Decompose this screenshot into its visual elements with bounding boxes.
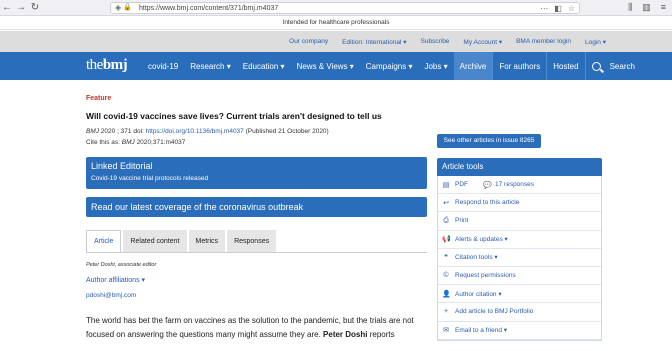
request-permissions-link[interactable]: Request permissions — [455, 272, 516, 279]
pdf-link[interactable]: PDF — [455, 181, 468, 188]
bma-login-link[interactable]: BMA member login — [516, 38, 571, 45]
sidebar-icon[interactable]: ▥ — [642, 2, 651, 13]
search-icon — [591, 61, 601, 71]
nav-covid19[interactable]: covid-19 — [142, 52, 184, 80]
alerts-dropdown[interactable]: Alerts & updates ▾ — [455, 235, 508, 243]
search-label: Search — [609, 61, 635, 71]
see-other-articles-button[interactable]: See other articles in issue 8265 — [437, 134, 541, 148]
volume-info: 2020 ; 371 doi: — [99, 128, 146, 135]
main-navigation: thebmj covid-19 Research ▾ Education ▾ N… — [0, 52, 672, 80]
cite-as-line: Cite this as: BMJ 2020;371:m4037 — [86, 139, 185, 146]
our-company-link[interactable]: Our company — [289, 38, 328, 45]
tabs-divider — [86, 252, 427, 253]
comment-icon: 💬 — [483, 181, 492, 189]
plus-icon: + — [443, 308, 449, 316]
healthcare-banner: Intended for healthcare professionals — [0, 16, 672, 30]
nav-archive[interactable]: Archive — [453, 52, 493, 80]
add-to-portfolio-link[interactable]: Add article to BMJ Portfolio — [455, 308, 533, 315]
article-tabs: Article Related content Metrics Response… — [86, 230, 277, 252]
article-standfirst: The world has bet the farm on vaccines a… — [86, 314, 436, 342]
standfirst-end: reports — [367, 330, 395, 339]
reply-icon: ↩ — [443, 199, 449, 207]
page-actions-icon[interactable]: ⋯ — [540, 4, 548, 13]
author-name: Peter Doshi, associate editor — [86, 262, 157, 268]
article-tools-list: ▤ PDF 💬 17 responses ↩ Respond to this a… — [437, 176, 602, 341]
tool-row-alerts[interactable]: 📢 Alerts & updates ▾ — [438, 231, 601, 249]
bmj-logo[interactable]: thebmj — [86, 57, 128, 74]
author-affiliations-toggle[interactable]: Author affiliations ▾ — [86, 276, 145, 284]
cite-as-label: Cite this as: — [86, 139, 122, 146]
reload-icon[interactable]: ↻ — [28, 1, 42, 15]
linked-editorial-subtitle[interactable]: Covid-19 vaccine trial protocols release… — [91, 175, 422, 182]
edition-dropdown[interactable]: Edition: International ▾ — [342, 38, 406, 46]
tab-metrics[interactable]: Metrics — [188, 230, 226, 252]
cite-as-journal: BMJ — [121, 139, 135, 146]
subscribe-link[interactable]: Subscribe — [421, 38, 450, 45]
author-citation-dropdown[interactable]: Author citation ▾ — [455, 290, 502, 298]
article-tools-header: Article tools — [437, 158, 602, 176]
library-icon[interactable]: ⫼ — [628, 2, 632, 13]
standfirst-author: Peter Doshi — [323, 330, 368, 339]
article-title: Will covid-19 vaccines save lives? Curre… — [86, 111, 382, 121]
journal-name: BMJ — [86, 128, 99, 135]
megaphone-icon: 📢 — [442, 236, 451, 244]
copyright-icon: © — [443, 272, 449, 280]
tool-row-permissions[interactable]: © Request permissions — [438, 267, 601, 286]
browser-toolbar: ← → ↻ ◈ 🔒 https://www.bmj.com/content/37… — [0, 0, 672, 16]
nav-education[interactable]: Education ▾ — [237, 52, 291, 80]
nav-research[interactable]: Research ▾ — [184, 52, 236, 80]
address-bar[interactable]: ◈ 🔒 https://www.bmj.com/content/371/bmj.… — [110, 2, 580, 14]
nav-news-views[interactable]: News & Views ▾ — [291, 52, 360, 80]
nav-for-authors[interactable]: For authors — [492, 52, 546, 80]
print-link[interactable]: Print — [455, 217, 468, 224]
linked-editorial-box[interactable]: Linked Editorial Covid-19 vaccine trial … — [86, 157, 427, 189]
logo-the: the — [86, 57, 103, 73]
linked-editorial-title: Linked Editorial — [91, 161, 153, 171]
my-account-dropdown[interactable]: My Account ▾ — [463, 38, 502, 46]
cite-as-value: 2020;371:m4037 — [134, 139, 186, 146]
tab-responses[interactable]: Responses — [227, 230, 277, 252]
tab-related-content[interactable]: Related content — [123, 230, 187, 252]
login-dropdown[interactable]: Login ▾ — [585, 38, 606, 46]
menu-icon[interactable]: ≡ — [661, 2, 666, 13]
section-label: Feature — [86, 95, 112, 102]
citation-tools-dropdown[interactable]: Citation tools ▾ — [455, 253, 498, 261]
responses-link[interactable]: 17 responses — [495, 181, 534, 188]
print-icon: ⎙ — [443, 216, 449, 224]
tool-row-author-citation[interactable]: 👤 Author citation ▾ — [438, 285, 601, 304]
nav-campaigns[interactable]: Campaigns ▾ — [360, 52, 419, 80]
pocket-icon[interactable]: ◧ — [554, 4, 562, 13]
tool-row-pdf: ▤ PDF 💬 17 responses — [438, 176, 601, 195]
tool-row-print[interactable]: ⎙ Print — [438, 212, 601, 231]
email-friend-dropdown[interactable]: Email to a friend ▾ — [455, 326, 507, 334]
pdf-icon: ▤ — [442, 181, 450, 189]
url-text[interactable]: https://www.bmj.com/content/371/bmj.m403… — [139, 5, 278, 12]
nav-search[interactable]: Search — [584, 52, 641, 80]
author-email-link[interactable]: pdoshi@bmj.com — [86, 292, 136, 299]
tool-row-citation[interactable]: ❝ Citation tools ▾ — [438, 249, 601, 267]
logo-bmj: bmj — [102, 57, 128, 73]
back-icon[interactable]: ← — [0, 1, 14, 15]
quote-icon: ❝ — [444, 254, 448, 262]
citation-line: BMJ 2020 ; 371 doi: https://doi.org/10.1… — [86, 128, 329, 135]
coverage-link-box[interactable]: Read our latest coverage of the coronavi… — [86, 197, 427, 217]
shield-icon[interactable]: ◈ — [115, 4, 123, 12]
bookmark-star-icon[interactable]: ☆ — [568, 4, 575, 13]
tool-row-portfolio[interactable]: + Add article to BMJ Portfolio — [438, 303, 601, 322]
published-date: (Published 21 October 2020) — [243, 128, 329, 135]
nav-hosted[interactable]: Hosted — [546, 52, 584, 80]
doi-link[interactable]: https://doi.org/10.1136/bmj.m4037 — [146, 128, 244, 135]
nav-jobs[interactable]: Jobs ▾ — [418, 52, 453, 80]
forward-icon[interactable]: → — [14, 1, 28, 15]
user-icon: 👤 — [442, 290, 451, 298]
tab-article[interactable]: Article — [86, 230, 122, 252]
utility-bar: Our company Edition: International ▾ Sub… — [0, 31, 672, 52]
lock-icon[interactable]: 🔒 — [123, 4, 132, 12]
respond-link[interactable]: Respond to this article — [455, 199, 519, 206]
tool-row-email[interactable]: ✉ Email to a friend ▾ — [438, 322, 601, 340]
mail-icon: ✉ — [443, 327, 449, 335]
tool-row-respond[interactable]: ↩ Respond to this article — [438, 194, 601, 213]
